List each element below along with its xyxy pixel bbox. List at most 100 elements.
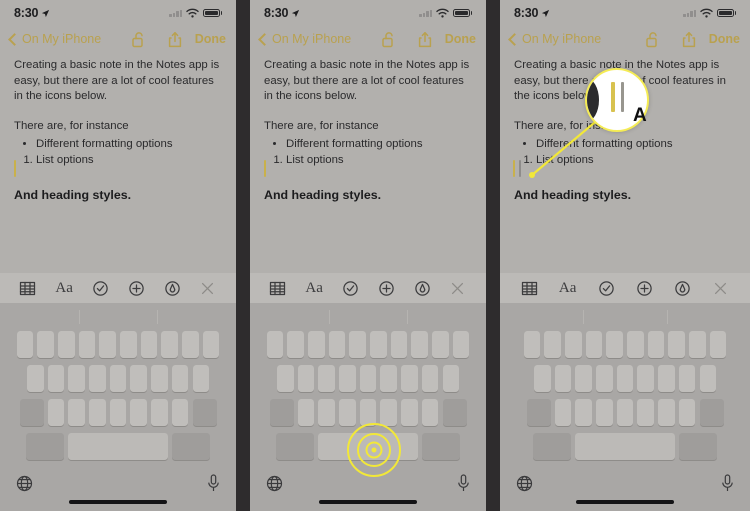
predictive-cell[interactable] (157, 310, 236, 324)
nav-icon-group-1 (131, 31, 183, 48)
done-button-2[interactable]: Done (445, 32, 476, 46)
space-key (575, 433, 675, 460)
close-icon[interactable] (712, 280, 729, 297)
key (16, 331, 34, 358)
key (339, 399, 356, 426)
unlocked-padlock-icon[interactable] (131, 31, 147, 48)
keyboard-row-3 (250, 399, 486, 426)
table-icon[interactable] (521, 280, 538, 297)
checklist-circle-icon[interactable] (92, 280, 109, 297)
microphone-icon[interactable] (457, 474, 470, 493)
numbers-key (25, 433, 64, 460)
status-bar-left-3: 8:30 (514, 6, 550, 20)
key (523, 331, 541, 358)
nav-icon-group-3 (645, 31, 697, 48)
close-icon[interactable] (199, 280, 216, 297)
done-button-1[interactable]: Done (195, 32, 226, 46)
back-button-3[interactable]: On My iPhone (508, 32, 601, 46)
microphone-icon[interactable] (207, 474, 220, 493)
back-button-1[interactable]: On My iPhone (8, 32, 101, 46)
microphone-icon[interactable] (721, 474, 734, 493)
markup-pen-icon[interactable] (164, 280, 181, 297)
share-up-arrow-icon[interactable] (417, 31, 433, 48)
globe-language-icon[interactable] (516, 475, 533, 492)
add-attachment-icon[interactable] (128, 280, 145, 297)
keyboard-row-1 (250, 331, 486, 358)
key (308, 331, 325, 358)
unlocked-padlock-icon[interactable] (381, 31, 397, 48)
key (130, 365, 147, 392)
status-bar-left-2: 8:30 (264, 6, 300, 20)
checklist-circle-icon[interactable] (598, 280, 615, 297)
key (78, 331, 96, 358)
text-format-icon[interactable]: Aa (55, 280, 73, 297)
globe-language-icon[interactable] (16, 475, 33, 492)
globe-language-icon[interactable] (266, 475, 283, 492)
status-time: 8:30 (14, 6, 39, 20)
magnifier-anchor-dot (529, 172, 535, 178)
predictive-text-bar[interactable] (500, 303, 750, 331)
key (130, 399, 147, 426)
list-item: Different formatting options (536, 136, 736, 152)
keyboard-row-1 (500, 331, 750, 358)
table-icon[interactable] (19, 280, 36, 297)
key (171, 365, 189, 392)
list-item: Different formatting options (36, 136, 222, 152)
keyboard-3[interactable] (500, 303, 750, 511)
keyboard-row-4 (0, 433, 236, 460)
space-key (68, 433, 168, 460)
nav-bar-1: On My iPhone Done (0, 26, 236, 52)
location-arrow-icon (292, 9, 300, 17)
text-format-icon[interactable]: Aa (305, 280, 323, 297)
keyboard-bottom-bar (0, 471, 236, 511)
predictive-cell[interactable] (0, 310, 79, 324)
predictive-cell[interactable] (666, 310, 750, 324)
checklist-circle-icon[interactable] (342, 280, 359, 297)
share-up-arrow-icon[interactable] (167, 31, 183, 48)
format-toolbar-1: Aa (0, 273, 236, 303)
note-numbered-list: List options (514, 152, 736, 168)
markup-pen-icon[interactable] (674, 280, 691, 297)
key (182, 331, 199, 358)
share-up-arrow-icon[interactable] (681, 31, 697, 48)
loupe-yellow-caret (611, 82, 615, 112)
predictive-text-bar[interactable] (0, 303, 236, 331)
back-button-2[interactable]: On My iPhone (258, 32, 351, 46)
key (47, 365, 65, 392)
status-bar-left-1: 8:30 (14, 6, 50, 20)
predictive-cell[interactable] (250, 310, 329, 324)
done-button-3[interactable]: Done (709, 32, 740, 46)
predictive-cell[interactable] (78, 310, 158, 324)
unlocked-padlock-icon[interactable] (645, 31, 661, 48)
predictive-cell[interactable] (583, 310, 666, 324)
delete-key (699, 399, 724, 426)
key (89, 365, 106, 392)
keyboard-2[interactable] (250, 303, 486, 511)
table-icon[interactable] (269, 280, 286, 297)
list-item: List options (536, 152, 736, 168)
key (109, 365, 127, 392)
key (442, 365, 459, 392)
text-format-icon[interactable]: Aa (559, 280, 577, 297)
cellular-signal-icon (419, 9, 433, 17)
markup-pen-icon[interactable] (414, 280, 431, 297)
loupe-dark-edge (587, 78, 599, 122)
key (668, 331, 685, 358)
nav-bar-2: On My iPhone Done (250, 26, 486, 52)
key (554, 365, 572, 392)
note-paragraph-1: Creating a basic note in the Notes app i… (264, 59, 470, 103)
close-icon[interactable] (449, 280, 466, 297)
keyboard-1[interactable] (0, 303, 236, 511)
space-key (318, 433, 418, 460)
wifi-icon (186, 8, 199, 18)
key (421, 399, 439, 426)
key (37, 331, 54, 358)
add-attachment-icon[interactable] (378, 280, 395, 297)
predictive-cell[interactable] (407, 310, 486, 324)
add-attachment-icon[interactable] (636, 280, 653, 297)
predictive-cell[interactable] (328, 310, 408, 324)
predictive-cell[interactable] (500, 310, 583, 324)
predictive-text-bar[interactable] (250, 303, 486, 331)
key (658, 365, 675, 392)
key (699, 365, 716, 392)
